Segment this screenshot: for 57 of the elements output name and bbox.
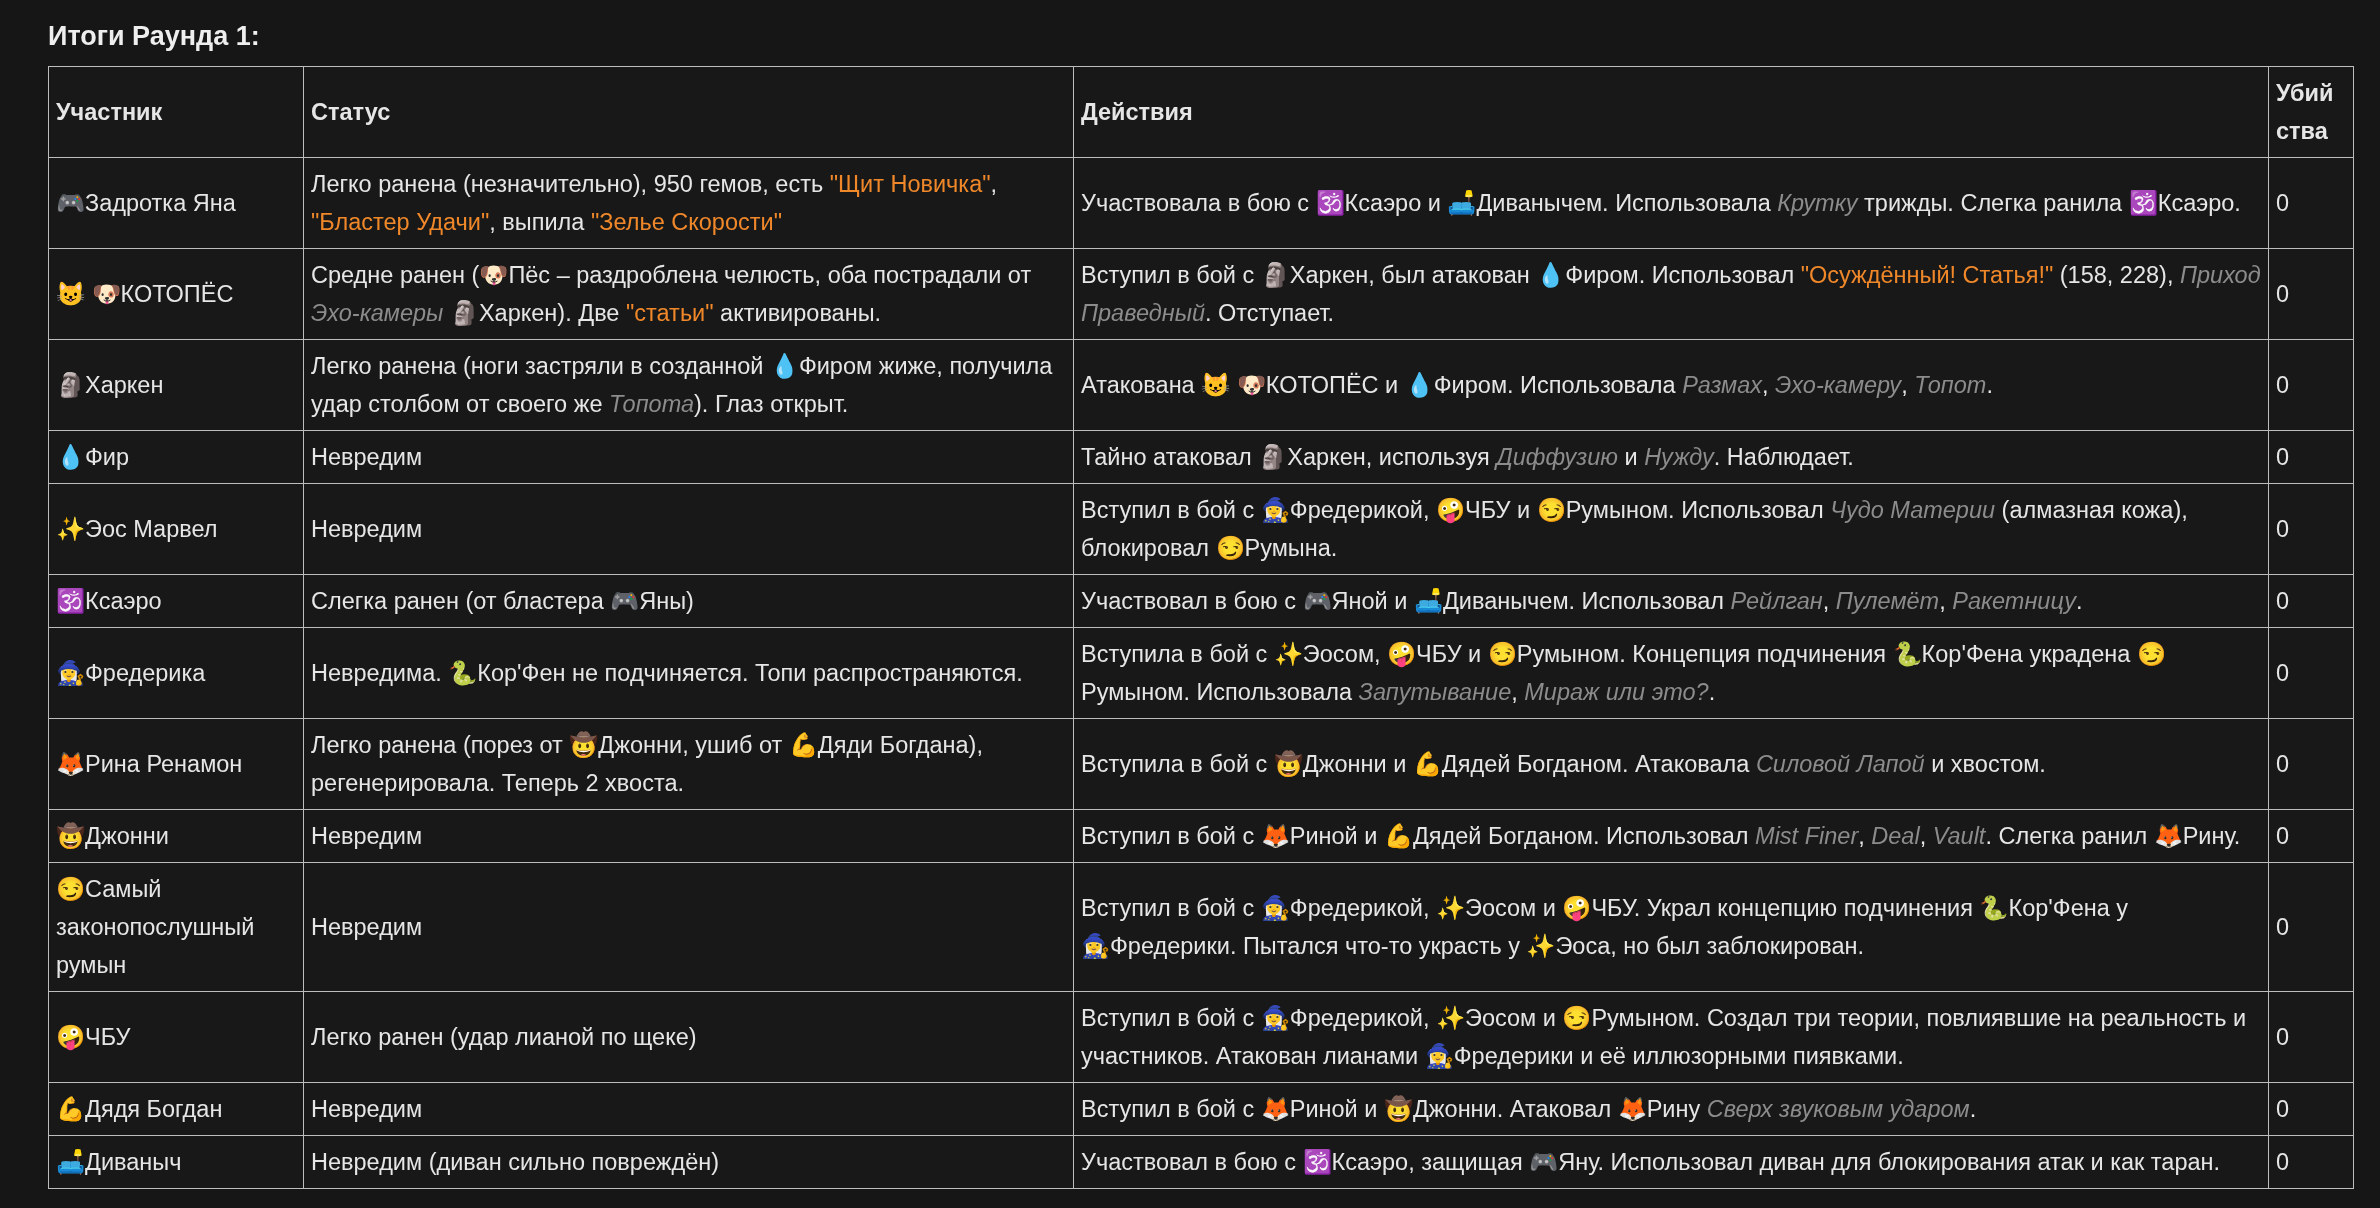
table-cell: 🦊Рина Ренамон [48, 718, 304, 810]
section-title: Итоги Раунда 1: [48, 20, 261, 53]
table-cell: 0 [2268, 430, 2354, 484]
column-header: Статус [303, 66, 1074, 158]
table-cell: 0 [2268, 862, 2354, 992]
table-cell: Участвовала в бою с 🕉Ксаэро и 🛋Диванычем. Использовала Крутку трижды. Слегка ранила 🕉Ксаэро. [1073, 157, 2269, 249]
column-header: Участник [48, 66, 304, 158]
column-header: Действия [1073, 66, 2269, 158]
table-cell: Слегка ранен (от бластера 🎮Яны) [303, 574, 1074, 628]
table-cell: 💪Дядя Богдан [48, 1082, 304, 1136]
table-cell: 0 [2268, 627, 2354, 719]
table-cell: 🎮Задротка Яна [48, 157, 304, 249]
table-cell: Участвовал в бою с 🎮Яной и 🛋Диванычем. Использовал Рейлган, Пулемёт, Ракетницу. [1073, 574, 2269, 628]
table-cell: Вступил в бой с 🗿Харкен, был атакован 💧Фиром. Использовал "Осуждённый! Статья!" (158, 228), Приход Праведный. Отступает. [1073, 248, 2269, 340]
table-cell: 0 [2268, 718, 2354, 810]
table-cell: 0 [2268, 1082, 2354, 1136]
table-cell: Вступила в бой с 🤠Джонни и 💪Дядей Богданом. Атаковала Силовой Лапой и хвостом. [1073, 718, 2269, 810]
table-cell: 0 [2268, 809, 2354, 863]
table-cell: 😏Самый законопослушный румын [48, 862, 304, 992]
table-cell: ✨Эос Марвел [48, 483, 304, 575]
table-cell: 0 [2268, 574, 2354, 628]
table-cell: 😺 🐶КОТОПЁС [48, 248, 304, 340]
table-cell: 0 [2268, 248, 2354, 340]
table-cell: Невредим [303, 430, 1074, 484]
table-cell: 0 [2268, 991, 2354, 1083]
table-cell: Легко ранен (удар лианой по щеке) [303, 991, 1074, 1083]
table-cell: Невредим [303, 483, 1074, 575]
table-cell: 🗿Харкен [48, 339, 304, 431]
table-cell: 🕉Ксаэро [48, 574, 304, 628]
table-cell: Легко ранена (ноги застряли в созданной 💧Фиром жиже, получила удар столбом от своего же Топота). Глаз открыт. [303, 339, 1074, 431]
table-cell: 0 [2268, 339, 2354, 431]
table-cell: Невредим [303, 862, 1074, 992]
table-cell: Вступил в бой с 🦊Риной и 💪Дядей Богданом. Использовал Mist Finer, Deal, Vault. Слегка ранил 🦊Рину. [1073, 809, 2269, 863]
table-cell: Тайно атаковал 🗿Харкен, используя Диффузию и Нужду. Наблюдает. [1073, 430, 2269, 484]
table-cell: Атакована 😺 🐶КОТОПЁС и 💧Фиром. Использовала Размах, Эхо-камеру, Топот. [1073, 339, 2269, 431]
table-cell: 0 [2268, 483, 2354, 575]
table-cell: Участвовал в бою с 🕉Ксаэро, защищая 🎮Яну. Использовал диван для блокирования атак и как таран. [1073, 1135, 2269, 1189]
table-cell: 🤠Джонни [48, 809, 304, 863]
table-cell: Невредим [303, 809, 1074, 863]
table-cell: 0 [2268, 157, 2354, 249]
column-header: Убийства [2268, 66, 2354, 158]
table-cell: Легко ранена (незначительно), 950 гемов, есть "Щит Новичка", "Бластер Удачи", выпила "Зелье Скорости" [303, 157, 1074, 249]
table-cell: Вступила в бой с ✨Эосом, 🤪ЧБУ и 😏Румыном. Концепция подчинения 🐍Кор'Фена украдена 😏Румыном. Использовала Запутывание, Мираж или это?. [1073, 627, 2269, 719]
table-cell: 🧙‍♀Фредерика [48, 627, 304, 719]
table-cell: 🛋Диваныч [48, 1135, 304, 1189]
table-cell: Вступил в бой с 🧙‍♀Фредерикой, 🤪ЧБУ и 😏Румыном. Использовал Чудо Материи (алмазная кожа), блокировал 😏Румына. [1073, 483, 2269, 575]
table-cell: 💧Фир [48, 430, 304, 484]
table-cell: 0 [2268, 1135, 2354, 1189]
table-cell: Вступил в бой с 🧙‍♀Фредерикой, ✨Эосом и 🤪ЧБУ. Украл концепцию подчинения 🐍Кор'Фена у 🧙‍♀Фредерики. Пытался что-то украсть у ✨Эоса, но был заблокирован. [1073, 862, 2269, 992]
table-cell: Невредим (диван сильно повреждён) [303, 1135, 1074, 1189]
table-cell: 🤪ЧБУ [48, 991, 304, 1083]
table-cell: Невредима. 🐍Кор'Фен не подчиняется. Топи распространяются. [303, 627, 1074, 719]
table-cell: Легко ранена (порез от 🤠Джонни, ушиб от 💪Дяди Богдана), регенерировала. Теперь 2 хвоста. [303, 718, 1074, 810]
table-cell: Вступил в бой с 🦊Риной и 🤠Джонни. Атаковал 🦊Рину Сверх звуковым ударом. [1073, 1082, 2269, 1136]
table-cell: Вступил в бой с 🧙‍♀Фредерикой, ✨Эосом и 😏Румыном. Создал три теории, повлиявшие на реальность и участников. Атакован лианами 🧙‍♀Фредерики и её иллюзорными пиявками. [1073, 991, 2269, 1083]
table-cell: Невредим [303, 1082, 1074, 1136]
table-cell: Средне ранен (🐶Пёс – раздроблена челюсть, оба пострадали от Эхо-камеры 🗿Харкен). Две "статьи" активированы. [303, 248, 1074, 340]
